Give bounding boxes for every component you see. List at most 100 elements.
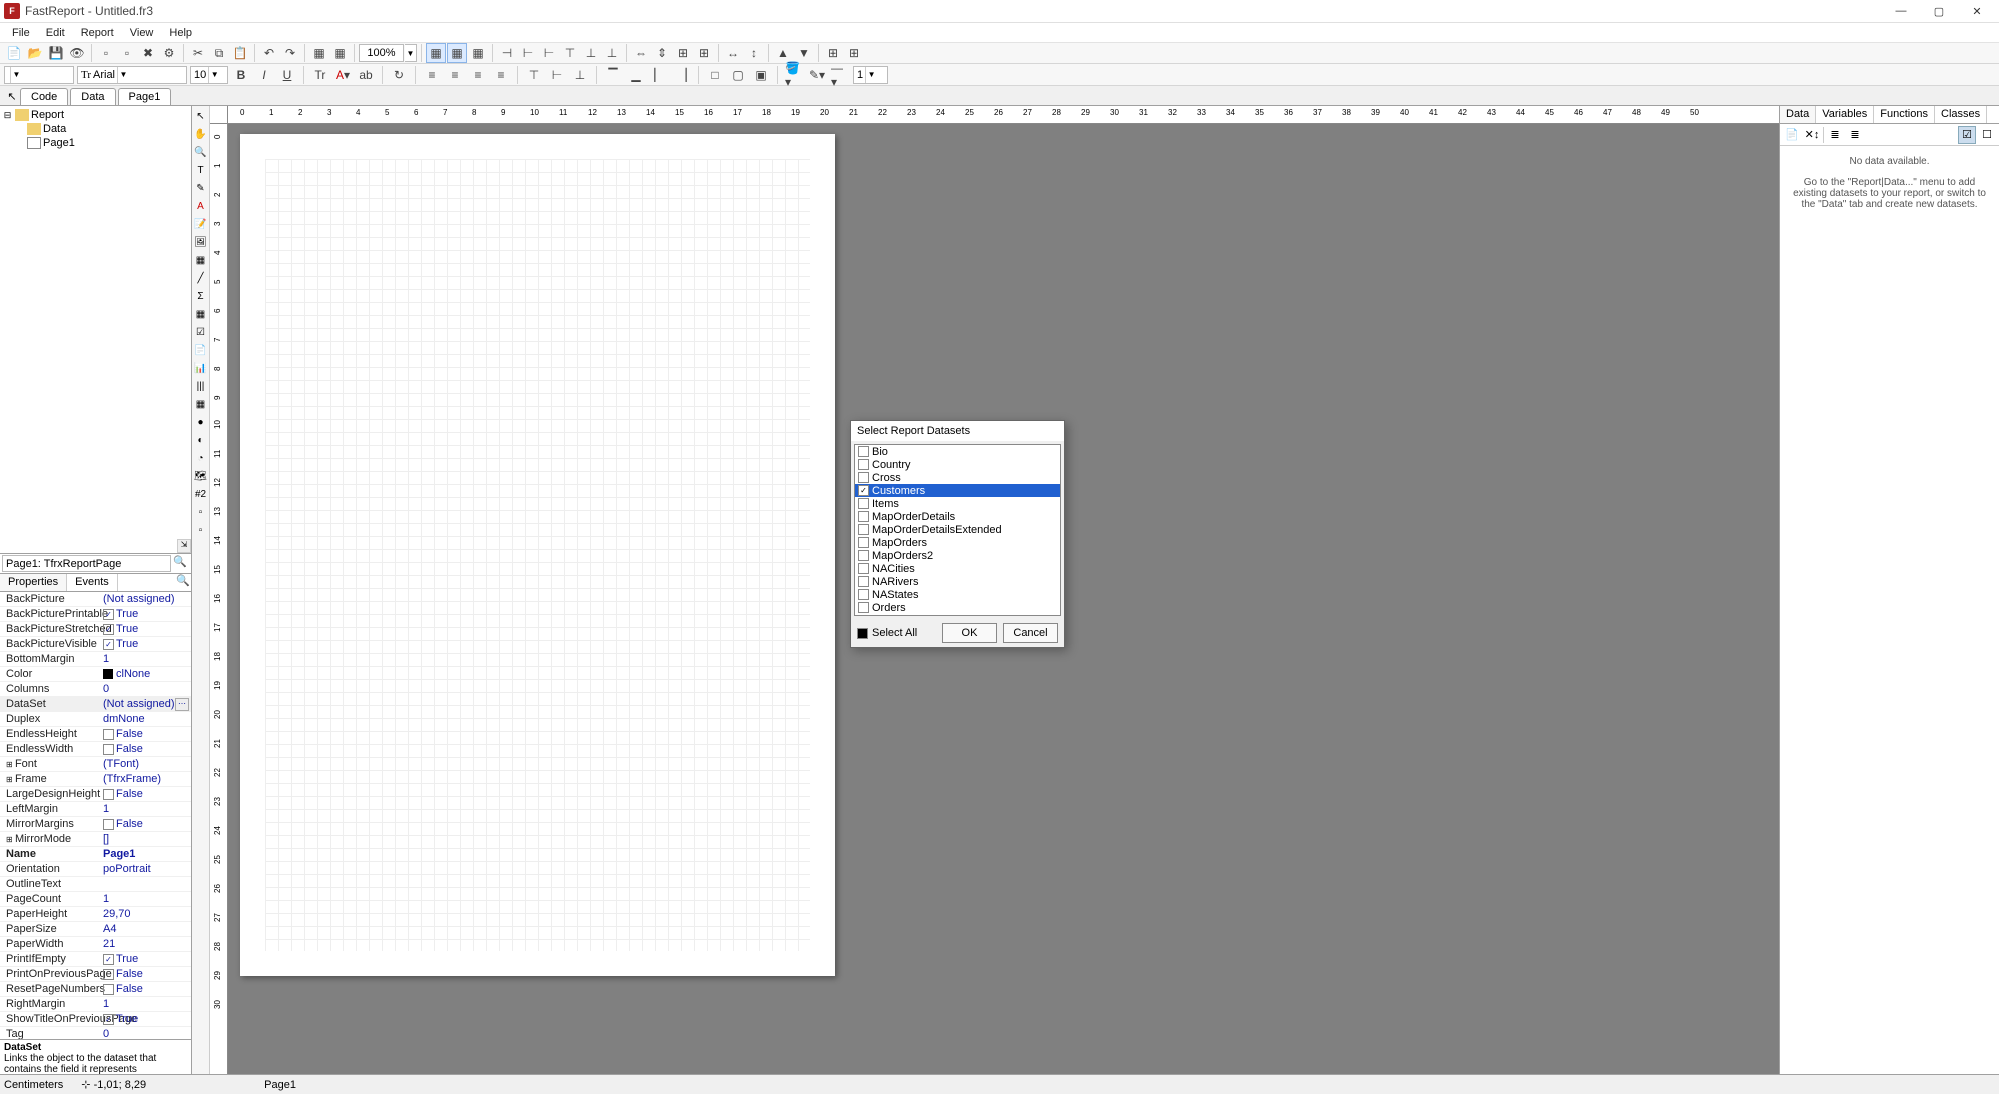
band-tool[interactable]: A [193,198,209,214]
snap-grid-button[interactable]: ▦ [447,43,467,63]
redo-button[interactable]: ↷ [280,43,300,63]
undo-button[interactable]: ↶ [259,43,279,63]
prop-row-leftmargin[interactable]: LeftMargin1 [0,802,191,817]
prop-row-printifempty[interactable]: PrintIfEmpty✓True [0,952,191,967]
table-tool[interactable]: ▦ [193,306,209,322]
other-tool2[interactable]: ▫ [193,522,209,538]
prop-row-columns[interactable]: Columns0 [0,682,191,697]
group-button[interactable]: ▦ [309,43,329,63]
align-bottom-button[interactable]: ⊥ [602,43,622,63]
menu-edit[interactable]: Edit [38,25,73,41]
object-combo[interactable]: Page1: TfrxReportPage [2,555,171,572]
prop-row-outlinetext[interactable]: OutlineText [0,877,191,892]
open-button[interactable]: 📂 [25,43,45,63]
font-size-combo[interactable]: 10▼ [190,66,228,84]
frame-left-button[interactable]: ▏ [649,65,669,85]
dataset-item-maporderdetails[interactable]: MapOrderDetails [855,510,1060,523]
property-grid[interactable]: BackPicture(Not assigned)BackPicturePrin… [0,592,191,1039]
prop-row-mirrormargins[interactable]: MirrorMarginsFalse [0,817,191,832]
frame-none-button[interactable]: ▢ [728,65,748,85]
prop-row-font[interactable]: Font(TFont) [0,757,191,772]
picture-tool[interactable]: 🖼 [193,234,209,250]
richtext-tool[interactable]: 📄 [193,342,209,358]
gradient-tool[interactable]: ◐ [193,432,209,448]
prop-row-backpicture[interactable]: BackPicture(Not assigned) [0,592,191,607]
menu-file[interactable]: File [4,25,38,41]
same-height-button[interactable]: ↕ [744,43,764,63]
maximize-button[interactable]: ▢ [1921,1,1957,21]
copy-button[interactable]: ⧉ [209,43,229,63]
prop-row-showtitleonpreviouspage[interactable]: ShowTitleOnPreviousPage✓True [0,1012,191,1027]
hand-tool[interactable]: ✋ [193,126,209,142]
tree-node-report[interactable]: ⊟ Report [2,108,189,122]
horizontal-ruler[interactable]: 0123456789101112131415161718192021222324… [210,106,1779,124]
frame-top-button[interactable]: ▔ [603,65,623,85]
prop-row-dataset[interactable]: DataSet(Not assigned)⋯ [0,697,191,712]
dataset-list[interactable]: BioCountryCross✓CustomersItemsMapOrderDe… [854,444,1061,616]
other-tool1[interactable]: ▫ [193,504,209,520]
bold-button[interactable]: B [231,65,251,85]
shape-tool[interactable]: Σ [193,288,209,304]
data-filter-button[interactable]: ☐ [1978,126,1996,144]
prop-row-paperheight[interactable]: PaperHeight29,70 [0,907,191,922]
menu-view[interactable]: View [122,25,162,41]
prop-row-endlesswidth[interactable]: EndlessWidthFalse [0,742,191,757]
highlight-button[interactable]: ab [356,65,376,85]
preview-button[interactable]: 👁 [67,43,87,63]
tab-events[interactable]: Events [67,574,118,591]
tree-node-page1[interactable]: Page1 [2,136,189,150]
dataset-item-maporders2[interactable]: MapOrders2 [855,549,1060,562]
format-tool[interactable]: ✎ [193,180,209,196]
prop-row-bottommargin[interactable]: BottomMargin1 [0,652,191,667]
align-middle-button[interactable]: ⊥ [581,43,601,63]
data-expand-button[interactable]: ≣ [1826,126,1844,144]
text-valign-middle-button[interactable]: ⊢ [547,65,567,85]
underline-button[interactable]: U [277,65,297,85]
dataset-item-bio[interactable]: Bio [855,445,1060,458]
font-combo[interactable]: TrArial▼ [77,66,187,84]
subreport-tool[interactable]: ▦ [193,252,209,268]
prop-row-printonpreviouspage[interactable]: PrintOnPreviousPageFalse [0,967,191,982]
prop-row-name[interactable]: NamePage1 [0,847,191,862]
data-filter-toggle[interactable]: ☑ [1958,126,1976,144]
prop-row-mirrormode[interactable]: MirrorMode[] [0,832,191,847]
text-align-left-button[interactable]: ≡ [422,65,442,85]
prop-row-backpictureprintable[interactable]: BackPicturePrintable✓True [0,607,191,622]
text-align-center-button[interactable]: ≡ [445,65,465,85]
tree-node-data[interactable]: Data [2,122,189,136]
dataset-item-orders[interactable]: Orders [855,601,1060,614]
delete-page-button[interactable]: ✖ [138,43,158,63]
prop-row-resetpagenumbers[interactable]: ResetPageNumbersFalse [0,982,191,997]
space-horiz-button[interactable]: ⇔ [631,43,651,63]
zoom-input[interactable]: 100% [359,44,404,62]
prop-row-backpicturestretched[interactable]: BackPictureStretched✓True [0,622,191,637]
text-valign-bottom-button[interactable]: ⊥ [570,65,590,85]
save-button[interactable]: 💾 [46,43,66,63]
cross-tool[interactable]: ▦ [193,396,209,412]
vertical-ruler[interactable]: 0123456789101112131415161718192021222324… [210,124,228,1074]
rtab-data[interactable]: Data [1780,106,1816,123]
close-button[interactable]: ✕ [1959,1,1995,21]
cancel-button[interactable]: Cancel [1003,623,1058,643]
select-tool[interactable]: ↖ [193,108,209,124]
prop-row-color[interactable]: ColorclNone [0,667,191,682]
minimize-button[interactable]: — [1883,1,1919,21]
frame-color-button[interactable]: ✎▾ [807,65,827,85]
text-align-justify-button[interactable]: ≡ [491,65,511,85]
chart-tool[interactable]: 📊 [193,360,209,376]
space-vert-button[interactable]: ⇕ [652,43,672,63]
prop-row-tag[interactable]: Tag0 [0,1027,191,1039]
dialog-tool[interactable]: #2 [193,486,209,502]
paste-button[interactable]: 📋 [230,43,250,63]
dataset-item-narivers[interactable]: NARivers [855,575,1060,588]
tab-page1[interactable]: Page1 [118,88,172,105]
ole-tool[interactable]: ● [193,414,209,430]
prop-search-button[interactable]: 🔍 [175,574,191,591]
align-right-button[interactable]: ⊢ [539,43,559,63]
style-combo[interactable]: ▼ [4,66,74,84]
frame-width-combo[interactable]: 1▼ [853,66,888,84]
text-rotate-button[interactable]: ↻ [389,65,409,85]
tab-data[interactable]: Data [70,88,115,105]
frame-right-button[interactable]: ▕ [672,65,692,85]
report-page[interactable] [240,134,835,976]
